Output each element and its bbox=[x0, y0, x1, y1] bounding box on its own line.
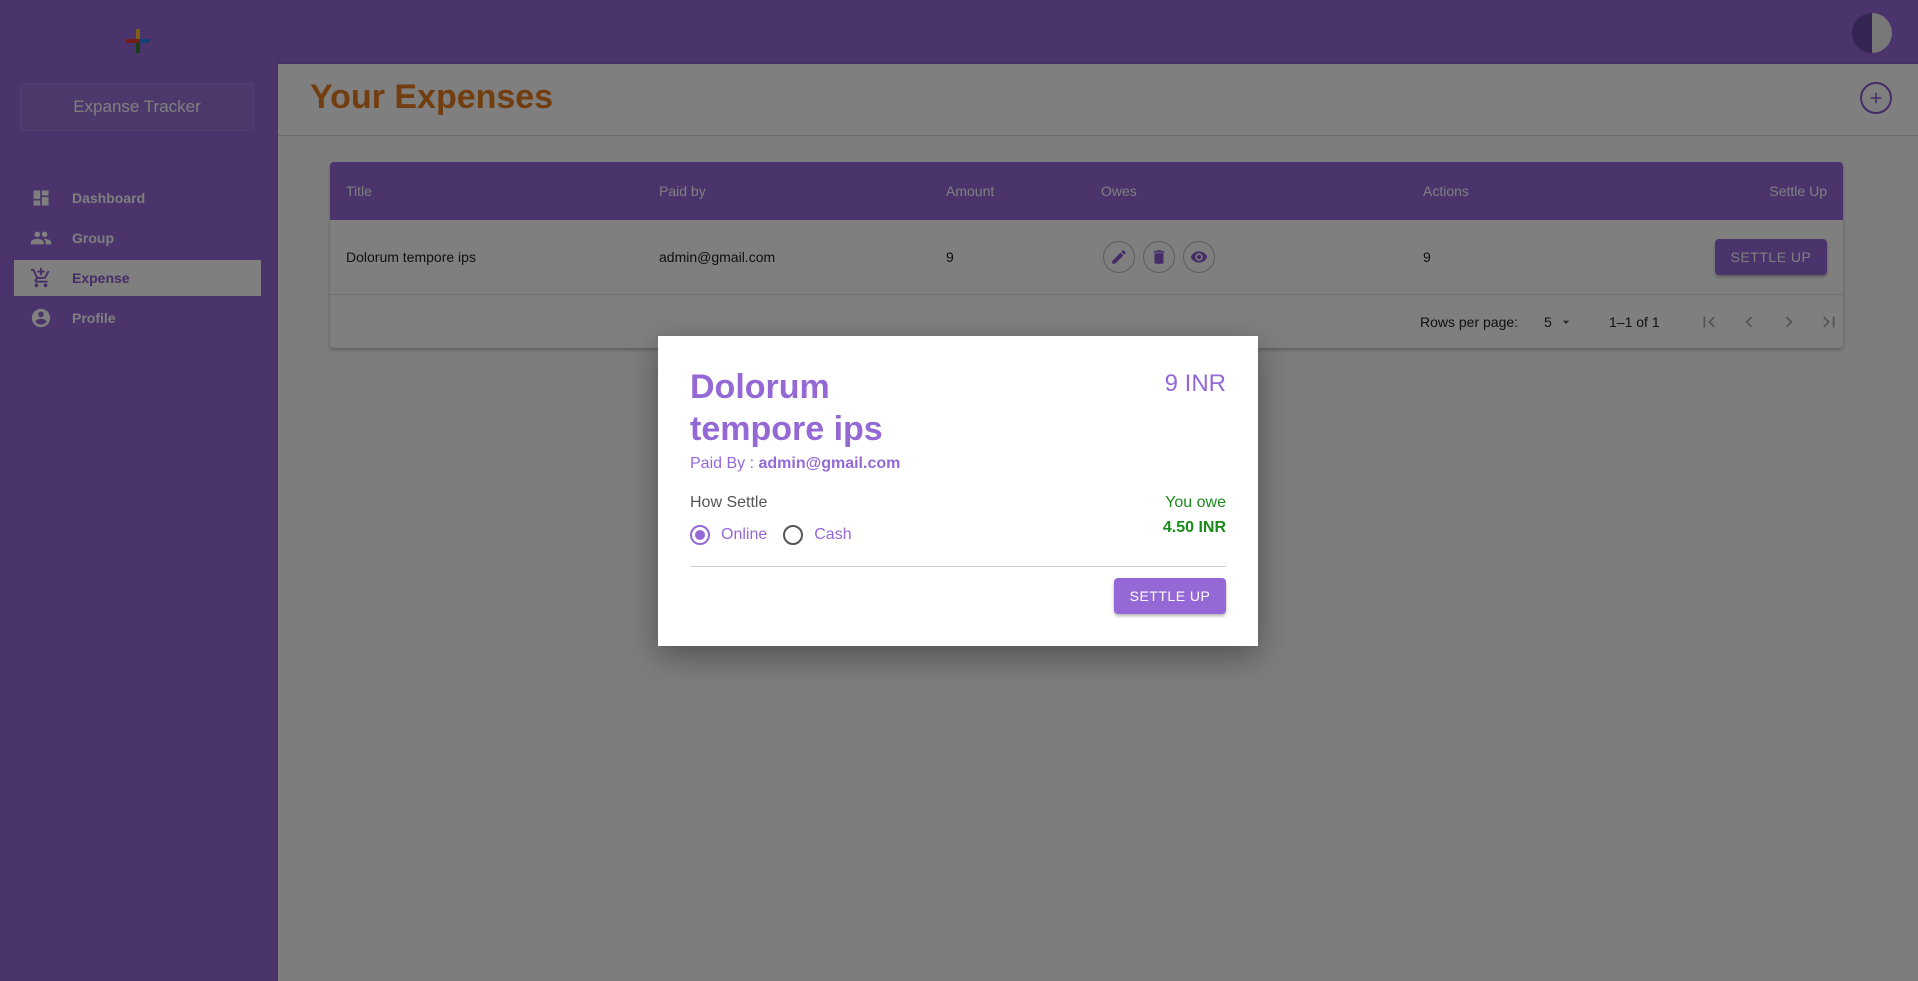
radio-cash[interactable]: Cash bbox=[783, 525, 852, 545]
radio-label: Online bbox=[721, 526, 768, 543]
settle-up-dialog: Dolorum tempore ips 9 INR Paid By : admi… bbox=[658, 336, 1258, 646]
paid-by-email: admin@gmail.com bbox=[758, 455, 901, 472]
dialog-expense-amount: 9 INR bbox=[1164, 370, 1226, 397]
dialog-divider bbox=[690, 566, 1226, 567]
settle-method-radio-group: Online Cash bbox=[690, 525, 868, 545]
radio-checked-icon bbox=[690, 525, 710, 545]
how-settle-label: How Settle bbox=[690, 494, 768, 511]
you-owe-amount: 4.50 INR bbox=[1162, 519, 1226, 536]
dialog-expense-title: Dolorum tempore ips bbox=[690, 368, 883, 448]
settle-up-button[interactable]: SETTLE UP bbox=[1114, 578, 1226, 614]
dialog-paid-by: Paid By : admin@gmail.com bbox=[690, 455, 900, 473]
radio-unchecked-icon bbox=[783, 525, 804, 545]
radio-online[interactable]: Online bbox=[690, 525, 767, 545]
radio-label: Cash bbox=[814, 526, 852, 543]
you-owe-label: You owe bbox=[1165, 494, 1226, 511]
paid-by-label: Paid By : bbox=[690, 455, 759, 472]
